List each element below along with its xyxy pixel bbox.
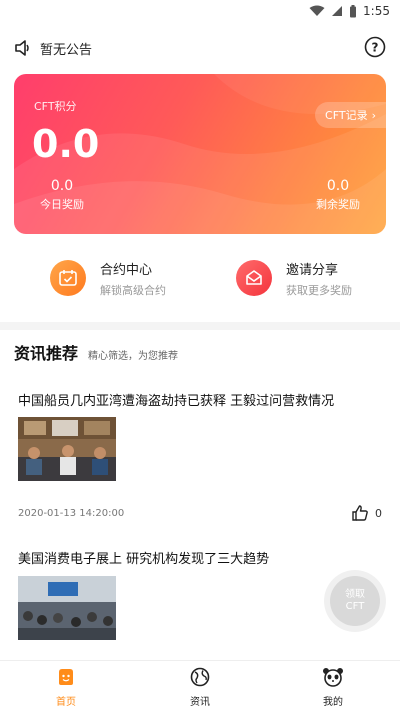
claim-cft-label: 领取CFT: [345, 589, 365, 612]
remaining-reward-value: 0.0: [326, 178, 350, 194]
article-thumbnail[interactable]: [18, 417, 116, 481]
tab-home[interactable]: 首页: [26, 667, 106, 708]
article-date: 2020-01-13 14:20:00: [18, 508, 125, 519]
remaining-reward: 0.0 剩余奖励: [293, 178, 383, 212]
article-title[interactable]: 中国船员几内亚湾遭海盗劫持已获释 王毅过问营救情况: [18, 390, 334, 409]
bottom-tab-bar: 首页 资讯 我的: [0, 660, 400, 711]
svg-text:?: ?: [372, 41, 379, 55]
today-reward: 0.0 今日奖励: [17, 178, 107, 212]
contract-center-entry[interactable]: 合约中心 解锁高级合约: [50, 256, 166, 300]
status-bar: 1:55: [0, 0, 400, 24]
news-section-title: 资讯推荐: [14, 344, 79, 363]
records-button[interactable]: CFT记录 ›: [315, 102, 386, 128]
globe-icon: [190, 667, 210, 687]
speaker-icon: [15, 40, 29, 56]
calendar-check-icon: [50, 260, 86, 296]
panda-icon: [323, 668, 343, 687]
envelope-icon: [236, 260, 272, 296]
announcement-bar[interactable]: 暂无公告 ?: [14, 36, 386, 60]
signal-icon: [332, 6, 343, 16]
contract-center-subtitle: 解锁高级合约: [100, 283, 166, 297]
points-value: 0.0: [32, 122, 100, 166]
home-icon: [59, 669, 73, 685]
battery-icon: [350, 4, 357, 17]
contract-center-title: 合约中心: [100, 262, 153, 278]
article-thumbnail[interactable]: [18, 576, 116, 640]
status-icons: 1:55: [309, 4, 390, 18]
section-divider: [0, 322, 400, 330]
tab-news-label: 资讯: [190, 697, 210, 708]
remaining-reward-label: 剩余奖励: [316, 198, 360, 211]
announcement-text: 暂无公告: [40, 42, 93, 58]
points-label: CFT积分: [34, 100, 77, 113]
tab-news[interactable]: 资讯: [160, 667, 240, 708]
points-card: CFT积分 0.0 CFT记录 › 0.0 今日奖励 0.0 剩余奖励: [14, 74, 386, 234]
like-button[interactable]: 0: [351, 504, 382, 522]
tab-mine-label: 我的: [323, 697, 343, 708]
claim-cft-button[interactable]: 领取CFT: [330, 576, 380, 626]
like-count: 0: [375, 506, 382, 520]
records-button-label: CFT记录: [325, 109, 368, 122]
article-title[interactable]: 美国消费电子展上 研究机构发现了三大趋势: [18, 548, 269, 567]
news-section-subtitle: 精心筛选，为您推荐: [88, 351, 179, 362]
news-section-header: 资讯推荐 精心筛选，为您推荐: [14, 340, 178, 364]
status-time: 1:55: [363, 4, 390, 18]
invite-share-title: 邀请分享: [286, 262, 339, 278]
thumbs-up-icon: [352, 505, 368, 521]
today-reward-label: 今日奖励: [40, 198, 84, 211]
help-icon[interactable]: ?: [364, 36, 386, 58]
tab-mine[interactable]: 我的: [293, 667, 373, 708]
wifi-icon: [309, 5, 325, 16]
today-reward-value: 0.0: [50, 178, 74, 194]
invite-share-entry[interactable]: 邀请分享 获取更多奖励: [236, 256, 352, 300]
invite-share-subtitle: 获取更多奖励: [286, 283, 352, 297]
tab-home-label: 首页: [56, 697, 76, 708]
chevron-right-icon: ›: [371, 108, 376, 122]
